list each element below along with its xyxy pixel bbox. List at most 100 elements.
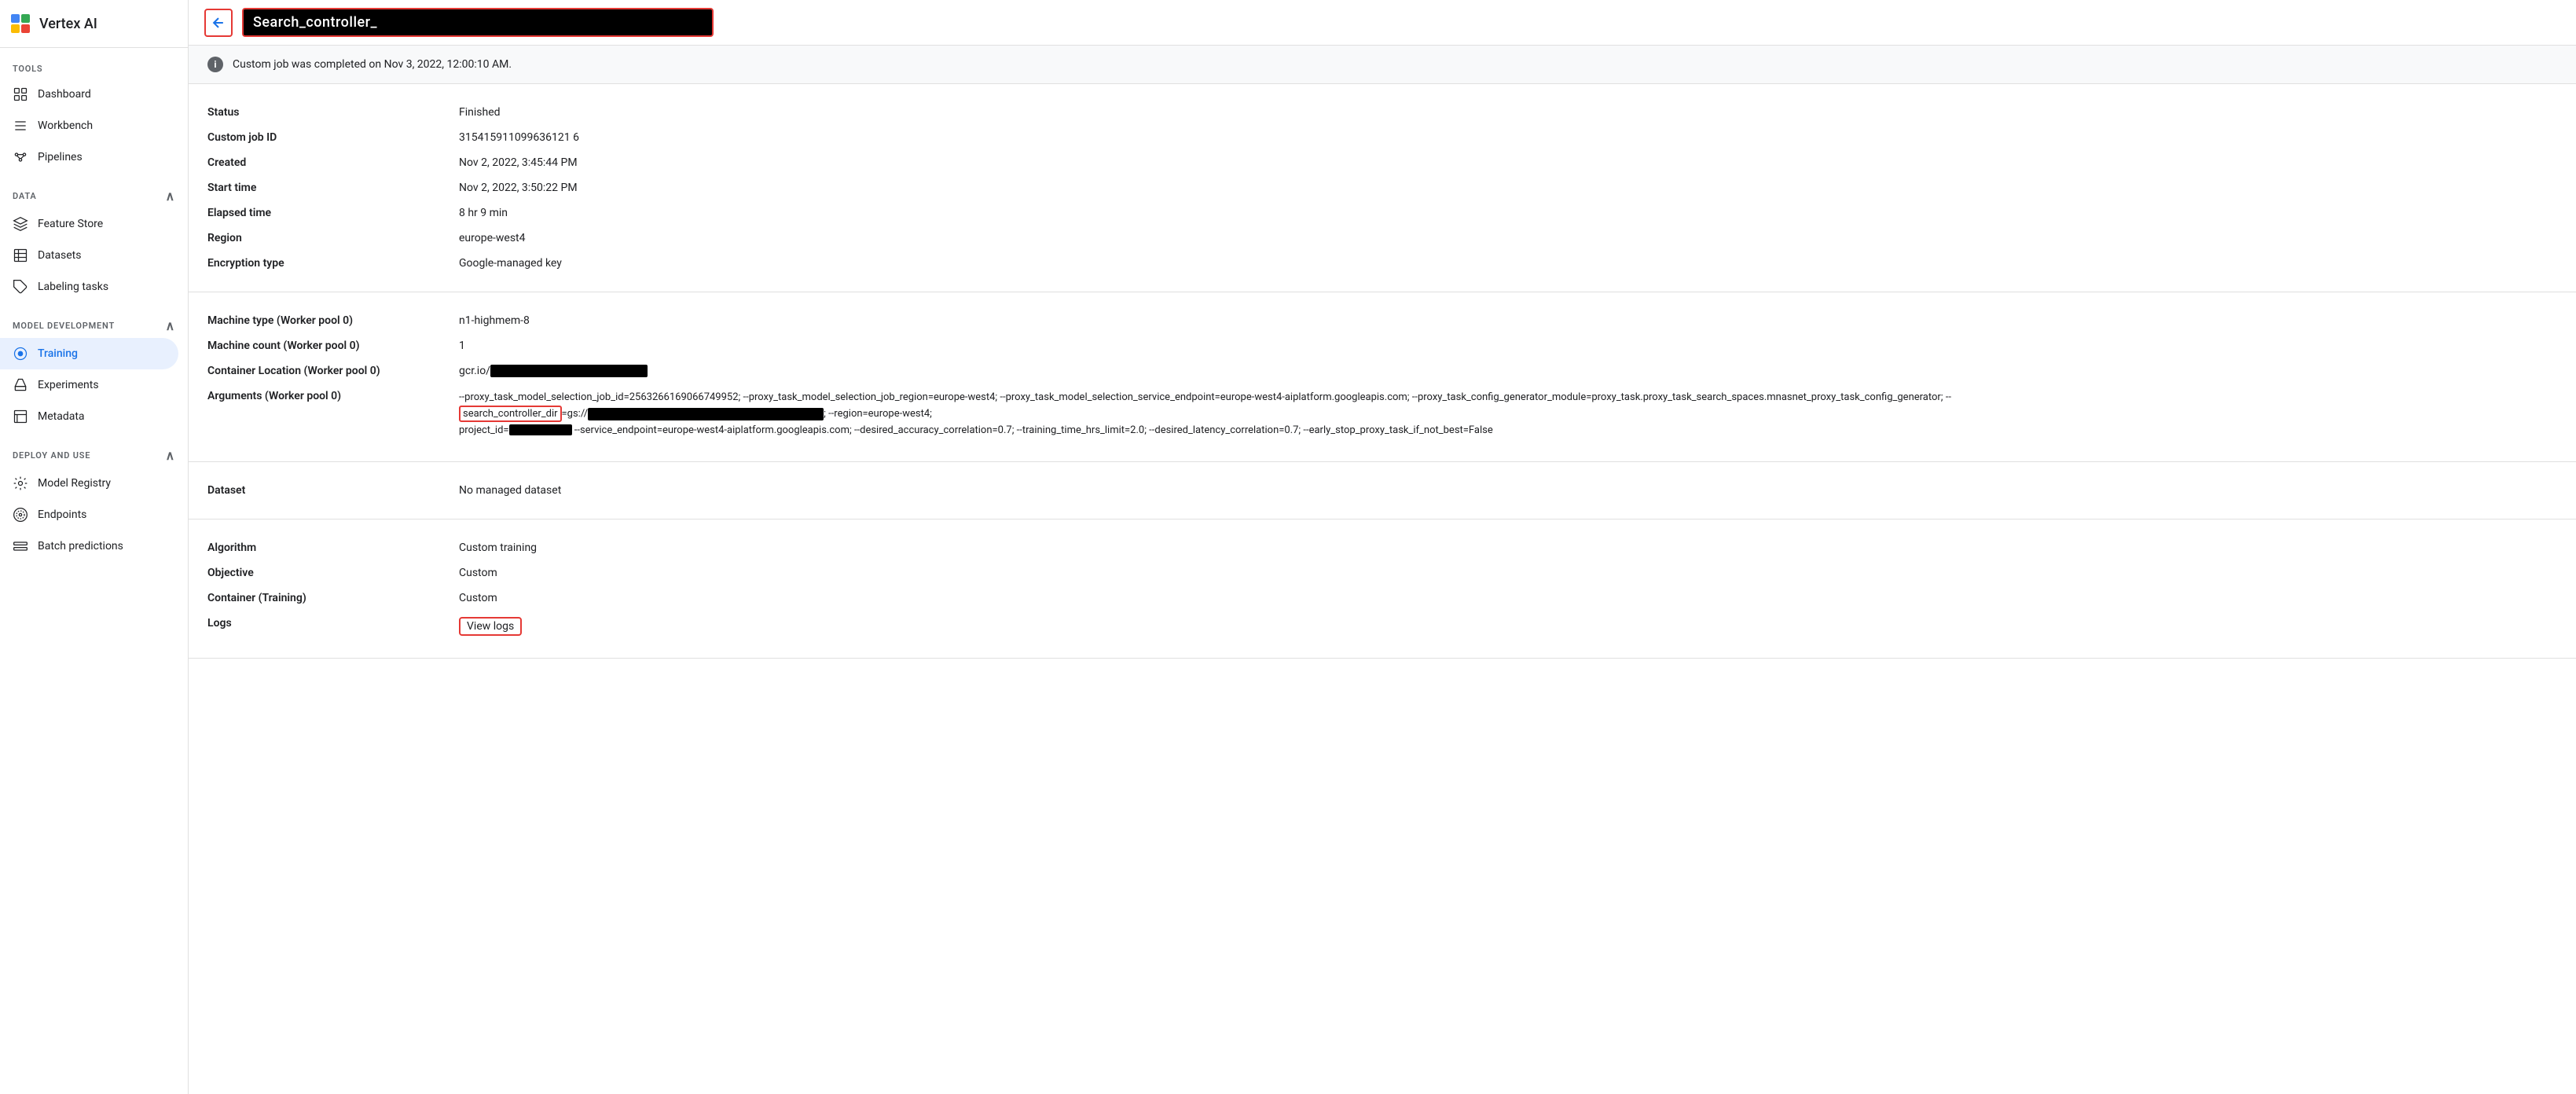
container-training-row: Container (Training) Custom (207, 586, 2557, 611)
algorithm-section: Algorithm Custom training Objective Cust… (189, 519, 2576, 659)
data-section-chevron[interactable]: ∧ (165, 189, 175, 204)
region-value: europe-west4 (459, 232, 2557, 244)
model-dev-section-chevron[interactable]: ∧ (165, 318, 175, 333)
elapsed-value: 8 hr 9 min (459, 207, 2557, 219)
elapsed-row: Elapsed time 8 hr 9 min (207, 200, 2557, 226)
objective-value: Custom (459, 567, 2557, 579)
logs-row: Logs View logs (207, 611, 2557, 642)
machine-type-value: n1-highmem-8 (459, 314, 2557, 327)
pipelines-icon (13, 149, 28, 165)
sidebar-item-model-registry[interactable]: Model Registry (0, 468, 178, 499)
machine-count-value: 1 (459, 340, 2557, 352)
info-banner: i Custom job was completed on Nov 3, 202… (189, 46, 2576, 84)
deploy-section-label: DEPLOY AND USE ∧ (0, 432, 188, 468)
vertex-ai-logo (9, 13, 31, 35)
sidebar-item-feature-store[interactable]: Feature Store (0, 208, 178, 240)
created-row: Created Nov 2, 2022, 3:45:44 PM (207, 150, 2557, 175)
model-registry-icon (13, 475, 28, 491)
encryption-row: Encryption type Google-managed key (207, 251, 2557, 276)
content-area: i Custom job was completed on Nov 3, 202… (189, 46, 2576, 1094)
training-icon (13, 346, 28, 362)
algorithm-value: Custom training (459, 541, 2557, 554)
algorithm-label: Algorithm (207, 541, 459, 554)
start-time-value: Nov 2, 2022, 3:50:22 PM (459, 182, 2557, 194)
endpoints-icon (13, 507, 28, 523)
batch-predictions-icon (13, 538, 28, 554)
sidebar-item-experiments[interactable]: Experiments (0, 369, 178, 401)
workbench-icon (13, 118, 28, 134)
container-loc-row: Container Location (Worker pool 0) gcr.i… (207, 358, 2557, 384)
args-main-text: --proxy_task_model_selection_job_id=2563… (459, 391, 1951, 403)
args-line3: project_id= (459, 424, 509, 436)
job-id-label: Custom job ID (207, 131, 459, 144)
args-row: Arguments (Worker pool 0) --proxy_task_m… (207, 384, 2557, 445)
tools-section-label: TOOLS (0, 48, 188, 79)
sidebar-item-batch-predictions[interactable]: Batch predictions (0, 530, 178, 562)
args-line4: --service_endpoint=europe-west4-aiplatfo… (572, 424, 1493, 436)
args-label: Arguments (Worker pool 0) (207, 390, 459, 402)
sidebar-header: Vertex AI (0, 0, 188, 48)
encryption-label: Encryption type (207, 257, 459, 270)
args-line2: ; --region=europe-west4; (824, 408, 932, 420)
objective-label: Objective (207, 567, 459, 579)
sidebar-item-datasets[interactable]: Datasets (0, 240, 178, 271)
logs-label: Logs (207, 617, 459, 630)
sidebar-item-endpoints[interactable]: Endpoints (0, 499, 178, 530)
elapsed-label: Elapsed time (207, 207, 459, 219)
region-row: Region europe-west4 (207, 226, 2557, 251)
container-training-label: Container (Training) (207, 592, 459, 604)
main-content: Search_controller_ i Custom job was comp… (189, 0, 2576, 1094)
sidebar-item-labeling-tasks[interactable]: Labeling tasks (0, 271, 178, 303)
info-icon: i (207, 57, 223, 72)
algorithm-row: Algorithm Custom training (207, 535, 2557, 560)
status-label: Status (207, 106, 459, 119)
page-title: Search_controller_ (253, 14, 377, 31)
logs-value: View logs (459, 617, 2557, 636)
back-button[interactable] (204, 9, 233, 37)
feature-store-icon (13, 216, 28, 232)
machine-count-label: Machine count (Worker pool 0) (207, 340, 459, 352)
page-title-bar: Search_controller_ (242, 8, 714, 37)
args-value: --proxy_task_model_selection_job_id=2563… (459, 390, 2557, 439)
container-training-value: Custom (459, 592, 2557, 604)
sidebar: Vertex AI TOOLS Dashboard Workbench Pip (0, 0, 189, 1094)
worker-pool-section: Machine type (Worker pool 0) n1-highmem-… (189, 292, 2576, 462)
dataset-label: Dataset (207, 484, 459, 497)
data-section-label: DATA ∧ (0, 173, 188, 208)
sidebar-item-workbench[interactable]: Workbench (0, 110, 178, 141)
machine-type-label: Machine type (Worker pool 0) (207, 314, 459, 327)
container-loc-value: gcr.io/ (459, 365, 2557, 377)
sidebar-item-training[interactable]: Training (0, 338, 178, 369)
job-id-value: 315415911099636121 6 (459, 131, 2557, 144)
sidebar-item-pipelines[interactable]: Pipelines (0, 141, 178, 173)
labeling-icon (13, 279, 28, 295)
metadata-icon (13, 409, 28, 424)
region-label: Region (207, 232, 459, 244)
machine-type-row: Machine type (Worker pool 0) n1-highmem-… (207, 308, 2557, 333)
args-highlighted-text: search_controller_dir (459, 406, 562, 422)
dashboard-icon (13, 86, 28, 102)
args-suffix: =gs:// (562, 408, 589, 420)
experiments-icon (13, 377, 28, 393)
job-id-row: Custom job ID 315415911099636121 6 (207, 125, 2557, 150)
created-value: Nov 2, 2022, 3:45:44 PM (459, 156, 2557, 169)
basic-details-section: Status Finished Custom job ID 3154159110… (189, 84, 2576, 292)
objective-row: Objective Custom (207, 560, 2557, 586)
datasets-icon (13, 248, 28, 263)
container-loc-label: Container Location (Worker pool 0) (207, 365, 459, 377)
start-time-label: Start time (207, 182, 459, 194)
sidebar-item-metadata[interactable]: Metadata (0, 401, 178, 432)
deploy-section-chevron[interactable]: ∧ (165, 448, 175, 463)
sidebar-item-dashboard[interactable]: Dashboard (0, 79, 178, 110)
args-redacted (588, 408, 824, 420)
args-project-redacted (509, 424, 572, 435)
view-logs-link[interactable]: View logs (459, 617, 522, 636)
container-loc-prefix: gcr.io/ (459, 365, 490, 377)
status-row: Status Finished (207, 100, 2557, 125)
container-loc-redacted (490, 365, 648, 377)
model-dev-section-label: MODEL DEVELOPMENT ∧ (0, 303, 188, 338)
app-title: Vertex AI (39, 16, 97, 32)
banner-message: Custom job was completed on Nov 3, 2022,… (233, 58, 512, 71)
topbar: Search_controller_ (189, 0, 2576, 46)
dataset-value: No managed dataset (459, 484, 2557, 497)
